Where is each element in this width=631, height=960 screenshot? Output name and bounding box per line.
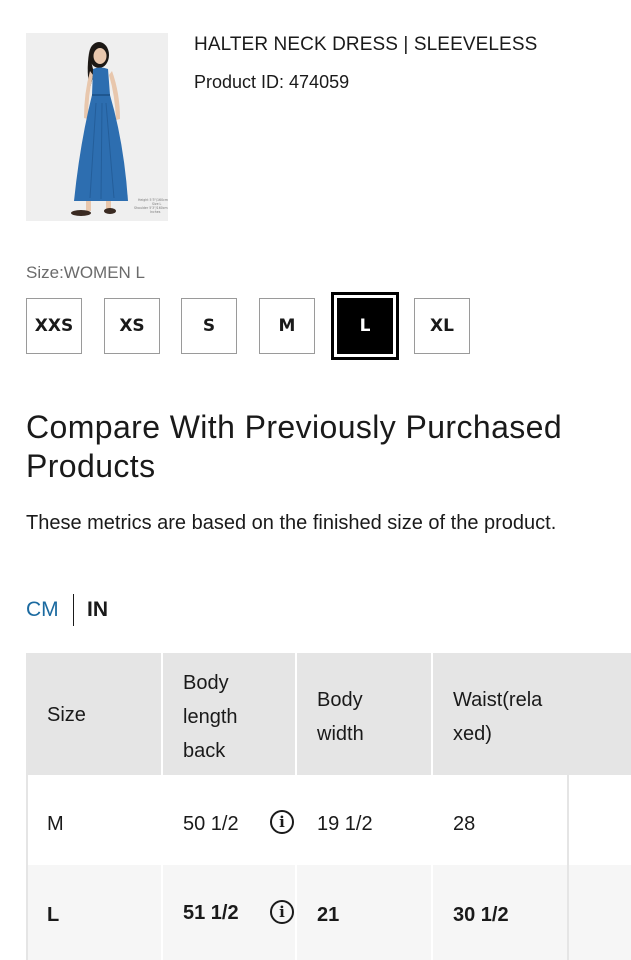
- column-divider: [295, 653, 297, 960]
- header-body-length-back-line1: Body: [183, 672, 229, 694]
- row-body-length-back: 50 1/2: [183, 813, 239, 835]
- row-body-length-back: 51 1/2: [183, 902, 239, 924]
- size-option-xxs[interactable]: XXS: [26, 298, 82, 354]
- product-image[interactable]: Height 5'3"/160cm Size L Shoulder 5'3"/1…: [26, 33, 168, 221]
- header-size: Size: [47, 704, 86, 726]
- column-divider: [431, 653, 433, 960]
- table-left-border: [26, 775, 28, 960]
- size-option-xs[interactable]: XS: [104, 298, 160, 354]
- product-id: Product ID: 474059: [194, 72, 350, 92]
- compare-section-title: Compare With Previously Purchased Produc…: [26, 409, 563, 484]
- row-size: L: [47, 904, 60, 926]
- compare-description: These metrics are based on the finished …: [26, 512, 557, 534]
- unit-toggle-cm[interactable]: CM: [26, 598, 59, 622]
- product-title: HALTER NECK DRESS | SLEEVELESS: [194, 34, 538, 55]
- header-waist: Waist(rela xed): [453, 683, 542, 751]
- size-option-s[interactable]: S: [181, 298, 237, 354]
- row-body-width: 21: [317, 904, 340, 926]
- table-row-highlighted: L 51 1/2 i 21 30 1/2: [26, 865, 631, 960]
- column-divider: [567, 653, 569, 960]
- size-option-xl[interactable]: XL: [414, 298, 470, 354]
- row-waist: 28: [453, 813, 476, 835]
- row-waist: 30 1/2: [453, 904, 509, 926]
- header-body-width: Body width: [317, 683, 364, 751]
- row-size: M: [47, 813, 64, 835]
- info-icon[interactable]: i: [270, 900, 294, 924]
- header-body-length-back: Body length back: [183, 666, 238, 768]
- table-row: M 50 1/2 i 19 1/2 28: [26, 775, 631, 865]
- column-divider: [161, 653, 163, 960]
- header-body-length-back-line2: length: [183, 706, 238, 728]
- svg-text:Inches: Inches: [150, 210, 161, 214]
- size-option-l[interactable]: L: [331, 292, 399, 360]
- unit-divider: [73, 594, 74, 626]
- row-body-width: 19 1/2: [317, 813, 373, 835]
- size-label: Size:WOMEN L: [26, 263, 146, 282]
- header-waist-line2: xed): [453, 723, 492, 745]
- unit-toggle-in[interactable]: IN: [87, 598, 108, 622]
- header-body-width-line1: Body: [317, 689, 363, 711]
- info-icon[interactable]: i: [270, 810, 294, 834]
- size-option-m[interactable]: M: [259, 298, 315, 354]
- model-photo: Height 5'3"/160cm Size L Shoulder 5'3"/1…: [26, 33, 168, 221]
- header-waist-line1: Waist(rela: [453, 689, 543, 711]
- header-body-width-line2: width: [317, 723, 364, 745]
- header-body-length-back-line3: back: [183, 740, 226, 762]
